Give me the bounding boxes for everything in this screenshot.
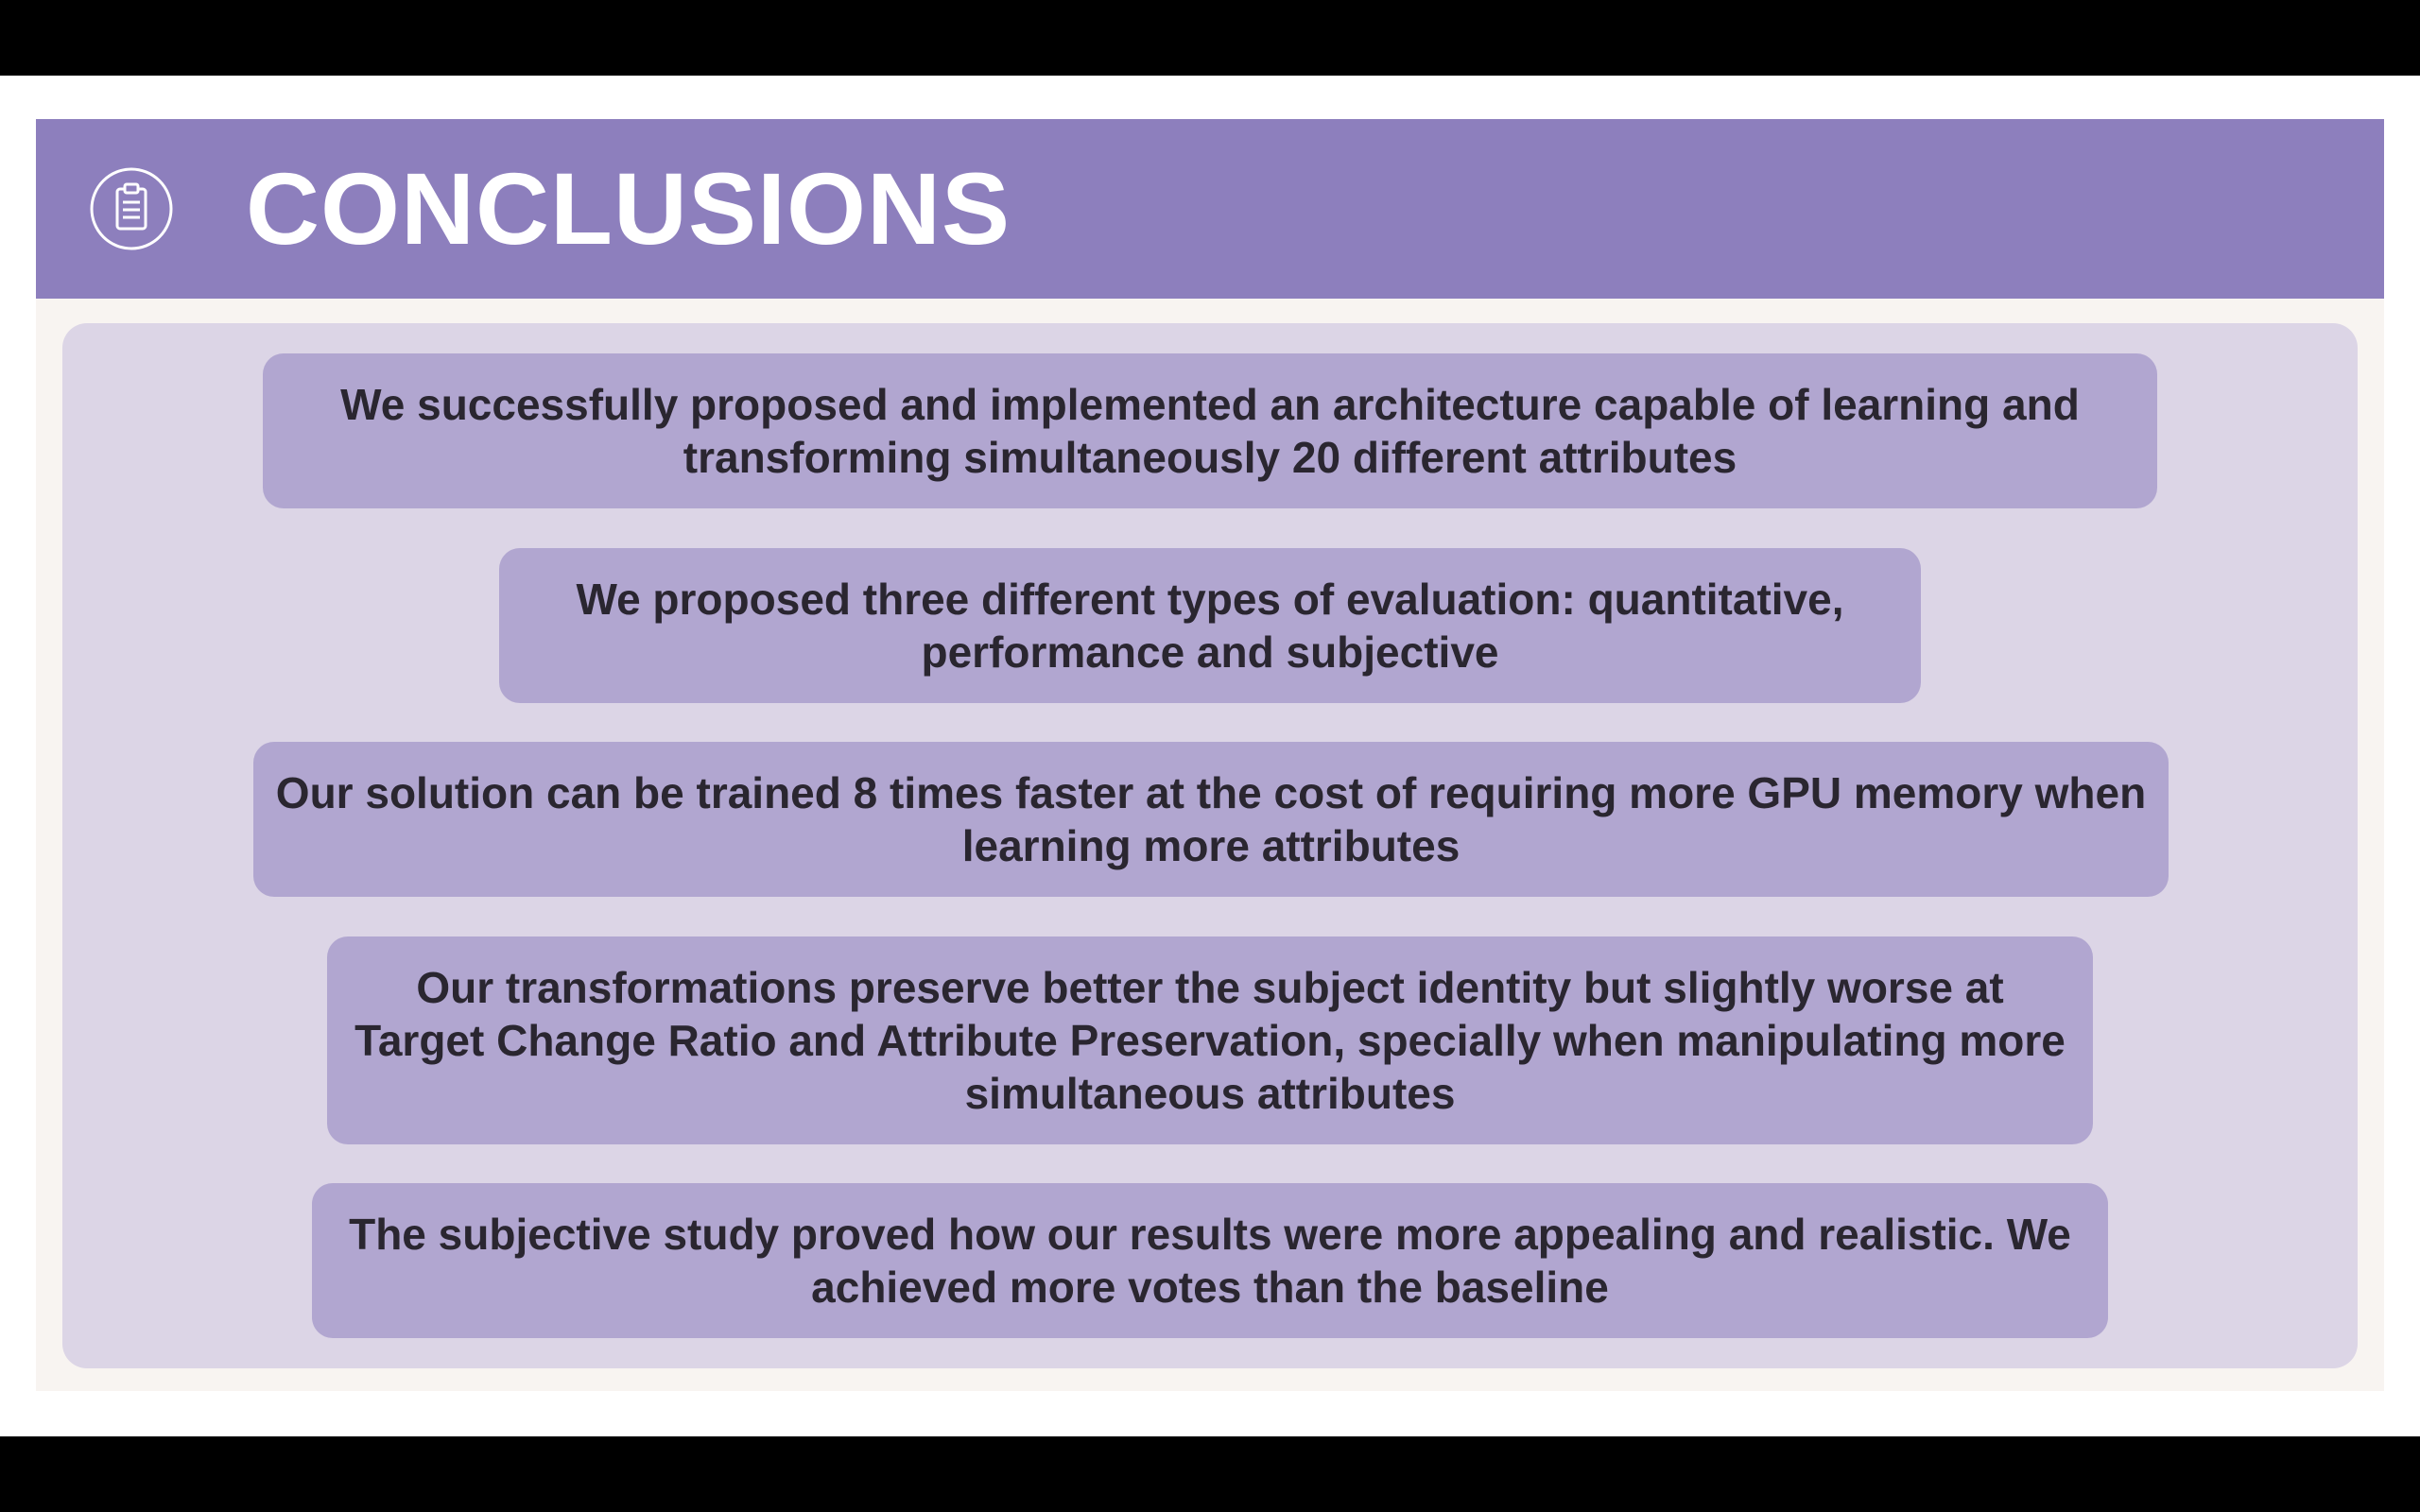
- conclusion-item-1: We successfully proposed and implemented…: [263, 353, 2157, 508]
- letterbox-top: [0, 0, 2420, 76]
- clipboard-icon: [90, 167, 173, 250]
- slide: CONCLUSIONS We successfully proposed and…: [0, 76, 2420, 1436]
- conclusion-item-5: The subjective study proved how our resu…: [312, 1183, 2108, 1338]
- letterbox-bottom: [0, 1436, 2420, 1512]
- conclusion-item-4: Our transformations preserve better the …: [327, 936, 2093, 1144]
- conclusion-item-3: Our solution can be trained 8 times fast…: [253, 742, 2169, 897]
- header-band: CONCLUSIONS: [36, 119, 2384, 299]
- slide-content-area: CONCLUSIONS We successfully proposed and…: [36, 119, 2384, 1391]
- page-title: CONCLUSIONS: [246, 151, 1011, 266]
- conclusions-panel: We successfully proposed and implemented…: [62, 323, 2358, 1368]
- conclusion-item-2: We proposed three different types of eva…: [499, 548, 1921, 703]
